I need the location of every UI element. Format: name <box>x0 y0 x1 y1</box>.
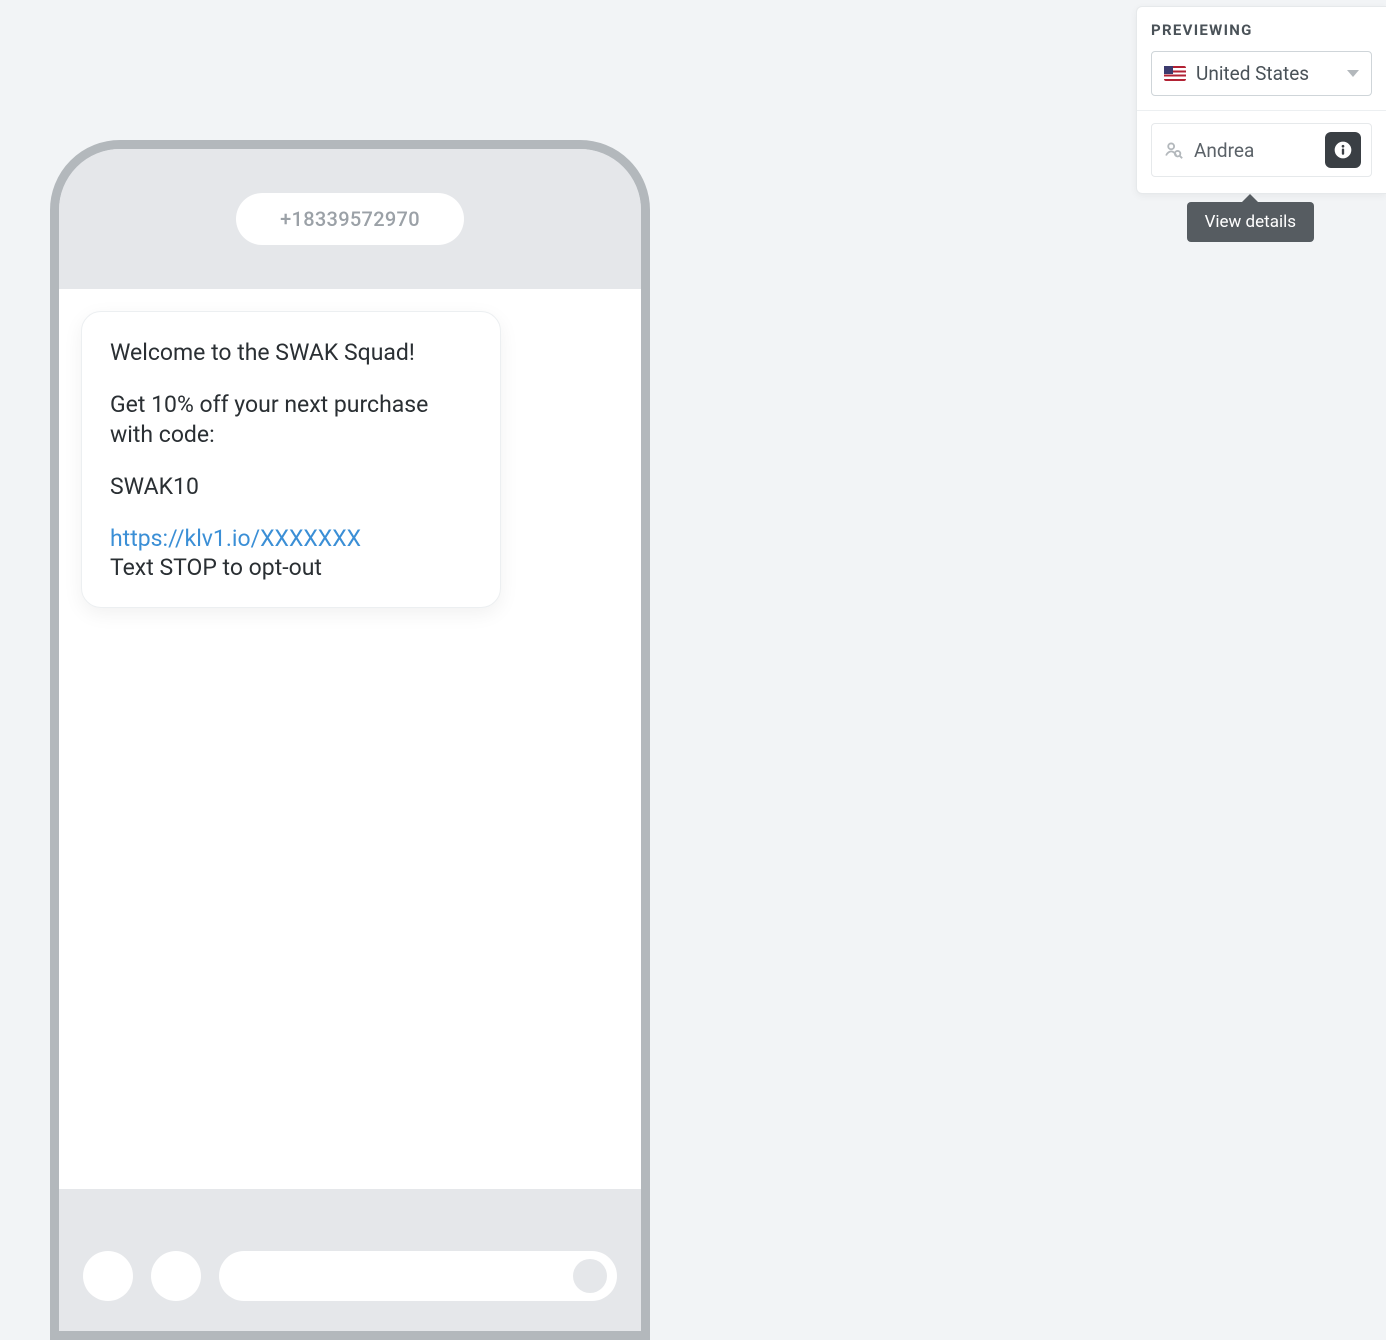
footer-input-placeholder <box>219 1251 617 1301</box>
footer-action-circle <box>83 1251 133 1301</box>
phone-header: +18339572970 <box>59 149 641 289</box>
message-optout: Text STOP to opt-out <box>110 554 322 581</box>
preview-panel: PREVIEWING United States Andrea <box>1136 6 1386 194</box>
message-offer: Get 10% off your next purchase with code… <box>110 390 472 450</box>
user-label: Andrea <box>1194 139 1254 162</box>
user-select[interactable]: Andrea <box>1151 123 1372 177</box>
sms-message-bubble: Welcome to the SWAK Squad! Get 10% off y… <box>81 311 501 608</box>
chevron-down-icon <box>1347 70 1359 77</box>
footer-send-dot <box>573 1259 607 1293</box>
message-greeting: Welcome to the SWAK Squad! <box>110 338 472 368</box>
country-select[interactable]: United States <box>1151 51 1372 96</box>
user-search-icon <box>1162 139 1184 161</box>
view-details-tooltip: View details <box>1187 202 1314 242</box>
phone-body: Welcome to the SWAK Squad! Get 10% off y… <box>59 289 641 1189</box>
country-label: United States <box>1196 62 1309 85</box>
info-icon <box>1333 140 1353 160</box>
phone-mockup: +18339572970 Welcome to the SWAK Squad! … <box>50 140 650 1340</box>
sender-phone-number: +18339572970 <box>236 193 464 245</box>
message-code: SWAK10 <box>110 472 472 502</box>
message-link[interactable]: https://klv1.io/XXXXXXX <box>110 525 361 552</box>
phone-footer <box>59 1221 641 1331</box>
footer-action-circle <box>151 1251 201 1301</box>
divider <box>1137 110 1386 111</box>
view-details-button[interactable] <box>1325 132 1361 168</box>
flag-us-icon <box>1164 66 1186 81</box>
preview-title: PREVIEWING <box>1151 21 1372 39</box>
tooltip-text: View details <box>1205 212 1296 232</box>
